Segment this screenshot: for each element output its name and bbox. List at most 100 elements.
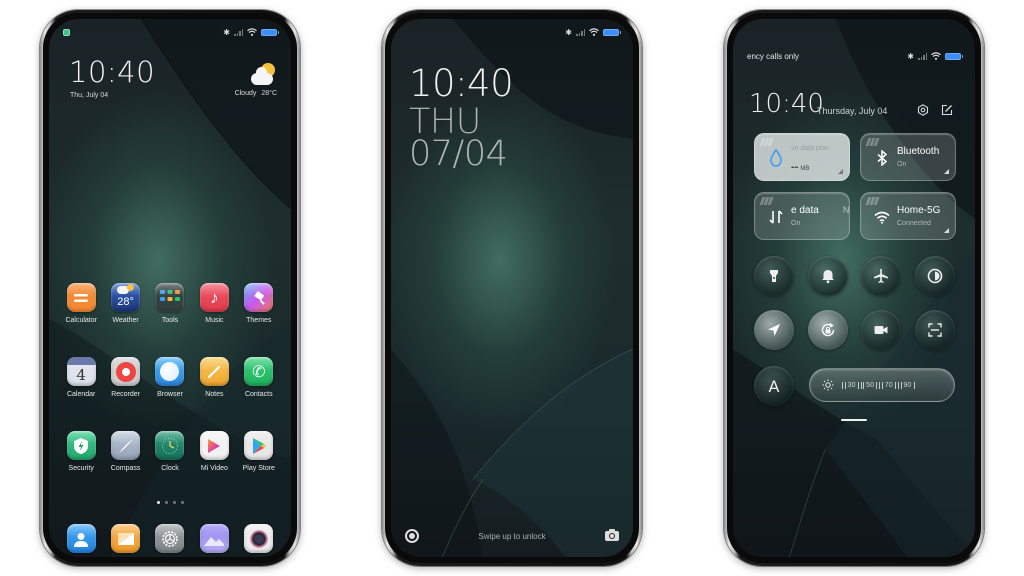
home-clock[interactable]: 10:40 (69, 55, 155, 89)
toggle-scanner[interactable] (915, 310, 955, 350)
mobile-data-arrows-icon (767, 208, 785, 226)
app-label: Calculator (65, 317, 97, 324)
tile-sub: On (791, 220, 801, 227)
app-themes[interactable]: Themes (237, 283, 281, 324)
page-indicator[interactable] (49, 501, 291, 504)
recorder-icon (111, 357, 141, 386)
app-row-1: Calculator 28° Weather Tools ♪ Music The… (59, 283, 281, 324)
toggle-flashlight[interactable] (754, 256, 794, 296)
app-security[interactable]: Security (59, 431, 103, 472)
app-calendar[interactable]: 4 Calendar (59, 357, 103, 398)
weather-widget[interactable]: Cloudy 28°C (235, 63, 277, 97)
phone-bezel: ency calls only ✱ 10:40 Thursday, July 0… (727, 13, 981, 563)
app-mi-video[interactable]: Mi Video (192, 431, 236, 472)
tile-data-plan[interactable]: vn data plan -- MB (754, 133, 850, 181)
cc-time: 10:40 (749, 89, 824, 119)
toggle-airplane[interactable] (861, 256, 901, 296)
app-tools-folder[interactable]: Tools (148, 283, 192, 324)
lock-screen[interactable]: ✱ 10:40 THU 07/04 Swipe up to unlock (391, 19, 633, 557)
app-label: Tools (161, 317, 179, 324)
status-bar: ✱ (405, 25, 621, 39)
calendar-icon: 4 (66, 357, 96, 386)
toggle-rotation-lock[interactable] (808, 310, 848, 350)
browser-icon (155, 357, 185, 386)
app-label: Notes (205, 391, 224, 398)
tile-bluetooth[interactable]: Bluetooth On (860, 133, 956, 181)
status-bar: ency calls only ✱ (747, 49, 963, 63)
dock-messages[interactable] (103, 524, 147, 553)
lock-time: 10:40 (409, 62, 514, 105)
bell-icon (822, 270, 834, 284)
app-calculator[interactable]: Calculator (59, 283, 103, 324)
tile-sub: Connected (897, 220, 931, 227)
scan-frame-icon (928, 323, 942, 337)
play-store-icon (244, 431, 274, 460)
page-dot[interactable] (172, 501, 176, 504)
toggle-location[interactable] (754, 310, 794, 350)
toggle-screen-recorder[interactable] (861, 310, 901, 350)
app-play-store[interactable]: Play Store (237, 431, 281, 472)
app-music[interactable]: ♪ Music (192, 283, 236, 324)
swipe-hint: Swipe up to unlock (478, 531, 546, 541)
dock-contacts[interactable] (59, 524, 103, 553)
wifi-icon (873, 208, 891, 226)
toggle-font-size[interactable]: A (754, 366, 794, 406)
contacts-person-icon (66, 524, 96, 553)
edit-icon[interactable] (941, 104, 953, 116)
app-recorder[interactable]: Recorder (103, 357, 147, 398)
app-clock[interactable]: Clock (148, 431, 192, 472)
dock-gallery[interactable] (192, 524, 236, 553)
notification-icon (63, 28, 70, 36)
app-contacts[interactable]: ✆ Contacts (237, 357, 281, 398)
wifi-icon (931, 52, 941, 60)
shortcut-target-icon[interactable] (405, 529, 419, 543)
phone-bezel: ✱ 10:40 THU 07/04 Swipe up to unlock (385, 13, 639, 563)
home-indicator-bar[interactable] (841, 419, 867, 421)
app-weather[interactable]: 28° Weather (103, 283, 147, 324)
flashlight-icon (770, 270, 778, 282)
bluetooth-icon: ✱ (907, 51, 914, 61)
app-browser[interactable]: Browser (148, 357, 192, 398)
wifi-icon (247, 28, 257, 36)
weather-icon: 28° (111, 283, 141, 312)
app-compass[interactable]: Compass (103, 431, 147, 472)
settings-hexagon-icon[interactable] (917, 104, 929, 116)
tile-mobile-data[interactable]: e data N On (754, 192, 850, 240)
tile-wifi[interactable]: Home-5G Connected (860, 192, 956, 240)
app-label: Themes (246, 317, 272, 324)
phone-bezel: ✱ 10:40 Thu, July 04 Cloudy 28°C Calculat… (43, 13, 297, 563)
page-dot[interactable] (156, 501, 160, 504)
status-bar: ✱ (63, 25, 279, 39)
dock (59, 524, 281, 553)
camera-icon[interactable] (605, 529, 619, 541)
toggle-dark-mode[interactable] (915, 256, 955, 296)
page-dot[interactable] (180, 501, 184, 504)
security-shield-icon (66, 431, 96, 460)
font-size-icon: A (768, 376, 780, 396)
bluetooth-icon: ✱ (223, 27, 230, 37)
app-row-3: Security Compass Clock Mi Video Play Sto… (59, 431, 281, 472)
brightness-sun-icon (822, 379, 834, 391)
rotation-lock-icon (821, 322, 835, 337)
app-label: Contacts (244, 391, 273, 398)
messages-icon (111, 524, 141, 553)
scale-label: 90 (903, 381, 912, 389)
cc-date: Thursday, July 04 (817, 106, 888, 116)
signal-icon (918, 52, 927, 60)
page-dot[interactable] (164, 501, 168, 504)
expand-corner-icon (944, 169, 949, 174)
app-row-2: 4 Calendar Recorder Browser Notes ✆ Cont… (59, 357, 281, 398)
tile-sub: -- MB (791, 161, 810, 173)
tile-sub: On (897, 161, 907, 168)
dock-settings[interactable] (148, 524, 192, 553)
dock-camera[interactable] (237, 524, 281, 553)
control-center: ency calls only ✱ 10:40 Thursday, July 0… (733, 19, 975, 557)
battery-icon (261, 28, 279, 36)
calculator-icon (66, 283, 96, 312)
toggle-mute[interactable] (808, 256, 848, 296)
phone-lock-screen: ✱ 10:40 THU 07/04 Swipe up to unlock (382, 10, 642, 566)
battery-icon (945, 52, 963, 60)
wifi-icon (589, 28, 599, 36)
app-notes[interactable]: Notes (192, 357, 236, 398)
brightness-slider[interactable]: 30 50 70 90 (809, 368, 955, 402)
